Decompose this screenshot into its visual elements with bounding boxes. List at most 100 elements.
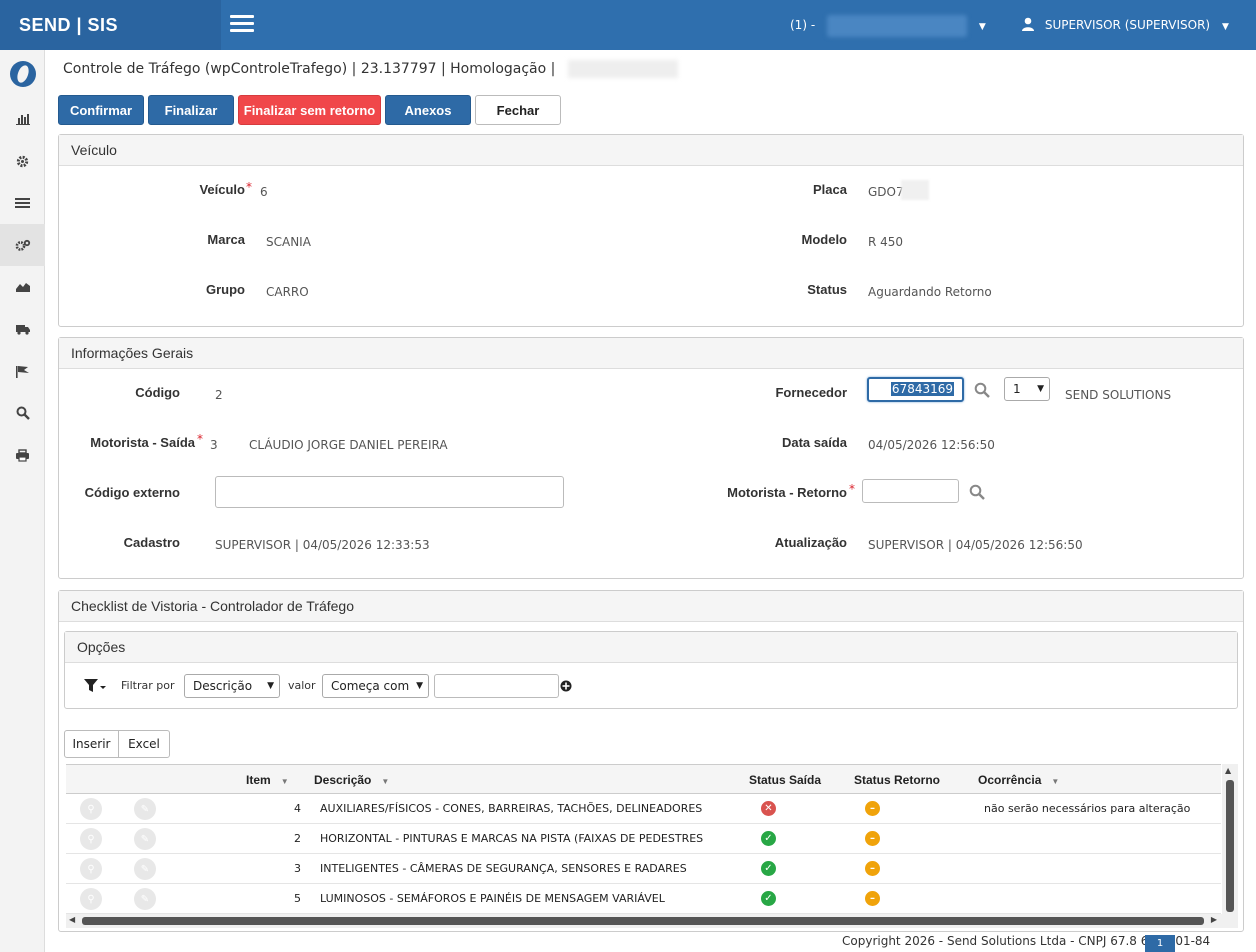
- supplier-branch-value: 1: [1013, 382, 1021, 396]
- area-chart-icon[interactable]: [0, 266, 45, 308]
- close-button[interactable]: Fechar: [475, 95, 561, 125]
- filter-operator-value: Começa com: [331, 679, 410, 693]
- filter-field-select[interactable]: Descrição ▼: [184, 674, 280, 698]
- edit-row-icon[interactable]: ✎: [134, 798, 156, 820]
- edit-row-icon[interactable]: ✎: [134, 828, 156, 850]
- search-icon[interactable]: [969, 484, 985, 500]
- excel-button[interactable]: Excel: [119, 731, 169, 757]
- cell-occurrence: não serão necessários para alteração: [984, 802, 1191, 815]
- gears-icon[interactable]: [0, 224, 45, 266]
- edit-row-icon[interactable]: ✎: [134, 858, 156, 880]
- filter-value-input[interactable]: [434, 674, 559, 698]
- brand-value: SCANIA: [266, 235, 311, 249]
- driver-return-input[interactable]: [862, 479, 959, 503]
- updated-label: Atualização: [774, 535, 847, 550]
- scroll-up-icon[interactable]: ▲: [1225, 766, 1231, 775]
- vertical-scroll-thumb[interactable]: [1226, 780, 1234, 912]
- status-pending-icon: –: [865, 861, 880, 876]
- cell-description: AUXILIARES/FÍSICOS - CONES, BARREIRAS, T…: [320, 802, 703, 815]
- status-pending-icon: –: [865, 801, 880, 816]
- brand-logo[interactable]: SEND | SIS: [0, 0, 221, 50]
- plate-label: Placa: [813, 182, 847, 197]
- table-row[interactable]: ⚲ ✎ 4 AUXILIARES/FÍSICOS - CONES, BARREIRAS…: [66, 794, 1221, 824]
- column-occurrence-label: Ocorrência: [978, 773, 1042, 787]
- checklist-title: Checklist de Vistoria - Controlador de T…: [59, 591, 1243, 622]
- supplier-code-input[interactable]: 67843169: [867, 377, 964, 402]
- group-value: CARRO: [266, 285, 309, 299]
- model-value: R 450: [868, 235, 904, 249]
- view-row-icon[interactable]: ⚲: [80, 858, 102, 880]
- departure-date-label: Data saída: [781, 435, 847, 450]
- list-settings-icon[interactable]: [0, 182, 45, 224]
- insert-button[interactable]: Inserir: [65, 731, 119, 757]
- confirm-button[interactable]: Confirmar: [58, 95, 144, 125]
- page-title: Controle de Tráfego (wpControleTrafego) …: [63, 60, 678, 78]
- finalize-no-return-button[interactable]: Finalizar sem retorno: [238, 95, 381, 125]
- scroll-right-icon[interactable]: ▶: [1211, 915, 1217, 924]
- top-bar: SEND | SIS (1) - ▼ SUPERVISOR (SUPERVISO…: [0, 0, 1256, 50]
- dashboard-chart-icon[interactable]: [0, 98, 45, 140]
- breadcrumb-redacted: [567, 60, 678, 78]
- filter-by-label: Filtrar por: [121, 679, 175, 692]
- page-number[interactable]: 1: [1145, 935, 1175, 952]
- general-info-title: Informações Gerais: [59, 338, 1243, 369]
- cell-item: 2: [294, 832, 301, 845]
- gear-icon[interactable]: [0, 140, 45, 182]
- horizontal-scroll-thumb[interactable]: [82, 917, 1204, 925]
- add-filter-icon[interactable]: [560, 680, 572, 692]
- user-menu[interactable]: SUPERVISOR (SUPERVISOR) ▼: [1021, 0, 1229, 50]
- table-row[interactable]: ⚲ ✎ 5 LUMINOSOS - SEMÁFOROS E PAINÉIS DE ME…: [66, 884, 1221, 914]
- vertical-scrollbar[interactable]: ▲: [1222, 764, 1238, 928]
- supplier-name: SEND SOLUTIONS: [1065, 388, 1172, 402]
- view-row-icon[interactable]: ⚲: [80, 888, 102, 910]
- vehicle-panel-title: Veículo: [59, 135, 1243, 166]
- filter-icon[interactable]: [83, 677, 107, 695]
- finalize-button[interactable]: Finalizar: [148, 95, 234, 125]
- scroll-left-icon[interactable]: ◀: [69, 915, 75, 924]
- column-description[interactable]: Descrição ▼: [314, 773, 389, 787]
- cell-description: LUMINOSOS - SEMÁFOROS E PAINÉIS DE MENSA…: [320, 892, 665, 905]
- group-label: Grupo: [206, 282, 245, 297]
- supplier-branch-select[interactable]: 1 ▼: [1004, 377, 1050, 401]
- table-row[interactable]: ⚲ ✎ 3 INTELIGENTES - CÂMERAS DE SEGURANÇA, …: [66, 854, 1221, 884]
- edit-row-icon[interactable]: ✎: [134, 888, 156, 910]
- company-selector[interactable]: (1) - ▼: [790, 0, 986, 50]
- filter-operator-select[interactable]: Começa com ▼: [322, 674, 429, 698]
- column-occurrence[interactable]: Ocorrência ▼: [978, 773, 1059, 787]
- vehicle-label-text: Veículo: [199, 182, 245, 197]
- cell-item: 5: [294, 892, 301, 905]
- horizontal-scrollbar[interactable]: ◀ ▶: [66, 914, 1222, 928]
- model-label: Modelo: [801, 232, 848, 247]
- external-code-field[interactable]: [215, 476, 564, 508]
- brand-label: Marca: [207, 232, 245, 247]
- print-icon[interactable]: [0, 434, 45, 476]
- sort-down-icon: ▼: [280, 777, 289, 786]
- created-label: Cadastro: [123, 535, 180, 550]
- user-icon: [1022, 17, 1034, 31]
- view-row-icon[interactable]: ⚲: [80, 798, 102, 820]
- attachments-button[interactable]: Anexos: [385, 95, 471, 125]
- column-item[interactable]: Item ▼: [246, 773, 289, 787]
- status-error-icon: ✕: [761, 801, 776, 816]
- sidebar: [0, 50, 45, 952]
- menu-toggle-icon[interactable]: [230, 15, 254, 33]
- column-status-return[interactable]: Status Retorno: [854, 773, 940, 787]
- column-status-out[interactable]: Status Saída: [749, 773, 821, 787]
- table-row[interactable]: ⚲ ✎ 2 HORIZONTAL - PINTURAS E MARCAS NA PIS…: [66, 824, 1221, 854]
- truck-icon[interactable]: [0, 308, 45, 350]
- search-icon[interactable]: [974, 382, 990, 398]
- flag-icon[interactable]: [0, 350, 45, 392]
- required-mark: *: [246, 180, 252, 194]
- company-name-redacted: [826, 14, 967, 37]
- vehicle-panel: Veículo: [58, 134, 1244, 327]
- sort-down-icon: ▼: [381, 777, 390, 786]
- departure-date-value: 04/05/2026 12:56:50: [868, 438, 995, 452]
- code-label: Código: [135, 385, 180, 400]
- view-row-icon[interactable]: ⚲: [80, 828, 102, 850]
- required-mark: *: [197, 432, 203, 446]
- vehicle-value: 6: [260, 185, 268, 199]
- chevron-down-icon: ▼: [978, 22, 986, 32]
- search-icon[interactable]: [0, 392, 45, 434]
- app-logo-icon[interactable]: [0, 50, 45, 98]
- updated-value: SUPERVISOR | 04/05/2026 12:56:50: [868, 538, 1083, 552]
